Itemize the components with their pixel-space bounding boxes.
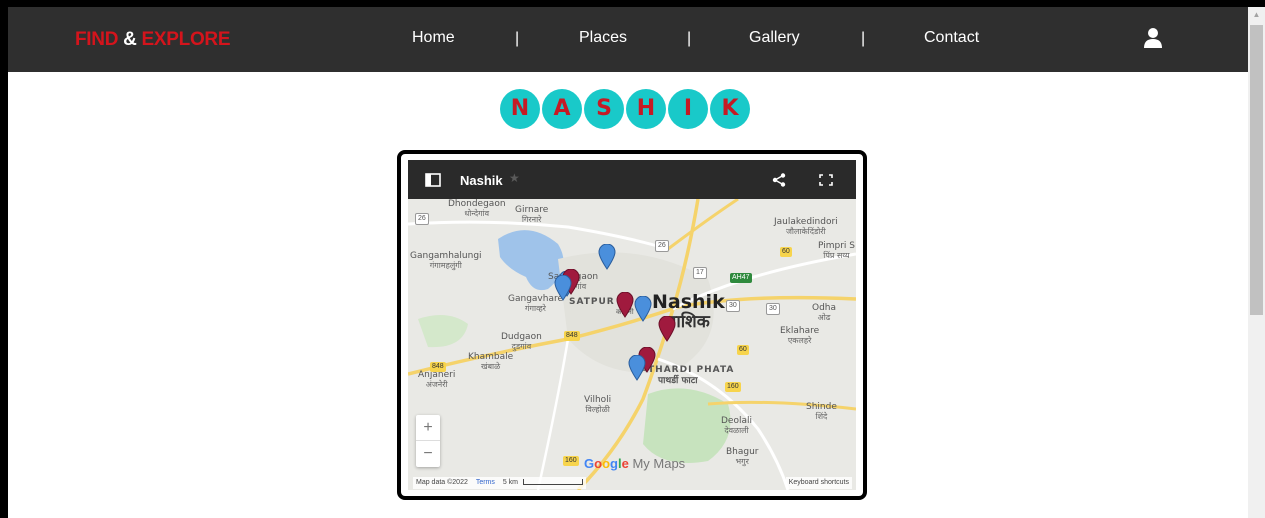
panel-icon[interactable] — [425, 173, 441, 187]
road — [536, 338, 570, 490]
place-label: Shinde शिंदे — [806, 402, 837, 421]
nav-link-contact[interactable]: Contact — [924, 29, 979, 47]
map-canvas[interactable]: Dhondegaon धोन्देगांव Girnare गिरनारे Jaul… — [408, 199, 856, 490]
scroll-up-arrow-icon[interactable]: ▲ — [1248, 7, 1265, 23]
map-pin-blue[interactable] — [554, 275, 572, 301]
brand-word-find: FIND — [75, 29, 119, 50]
road-shield: 160 — [563, 456, 579, 466]
title-letter: H — [626, 89, 666, 129]
road-shield: 30 — [766, 303, 780, 315]
google-my-maps-logo: Google My Maps — [584, 456, 686, 471]
area-label: पाथर्डी फाटा — [658, 376, 698, 386]
navbar: FIND & EXPLORE Home | Places | Gallery |… — [8, 7, 1248, 72]
my-maps-text: My Maps — [628, 456, 686, 471]
keyboard-shortcuts-link[interactable]: Keyboard shortcuts — [785, 477, 852, 489]
park-area — [643, 388, 731, 463]
user-icon[interactable] — [1142, 27, 1164, 49]
road-shield: 26 — [415, 213, 429, 225]
park-area — [418, 315, 468, 348]
fullscreen-icon[interactable] — [819, 174, 833, 186]
nav-link-places[interactable]: Places — [579, 29, 627, 47]
page-viewport: FIND & EXPLORE Home | Places | Gallery |… — [8, 7, 1248, 518]
road-shield: AH47 — [730, 273, 752, 283]
place-label: Anjaneri अंजनेरी — [418, 370, 456, 389]
place-label: Khambale खंबाळे — [468, 352, 514, 371]
map-pin-blue[interactable] — [634, 296, 652, 322]
map-data-text: Map data ©2022 — [416, 479, 468, 486]
place-label: Vilholi विल्होळी — [584, 395, 612, 414]
zoom-in-button[interactable]: + — [416, 415, 440, 441]
place-label: Dudgaon दुडगांव — [501, 332, 542, 351]
map-attribution: Map data ©2022 Terms 5 km — [413, 477, 586, 489]
map-title[interactable]: Nashik — [460, 173, 503, 188]
map-frame: Nashik ★ Dhondegaon धोन्देगांव Girnare ग… — [397, 150, 867, 500]
title-letter: A — [542, 89, 582, 129]
place-label: Bhagur भगुर — [726, 447, 759, 466]
place-label: Deolali देवळाली — [721, 416, 752, 435]
title-letter: K — [710, 89, 750, 129]
road-shield: 30 — [726, 300, 740, 312]
road-shield: 17 — [693, 267, 707, 279]
place-label: Jaulakedindori जौलाकेदिंडोरी — [774, 217, 838, 236]
title-letter: I — [668, 89, 708, 129]
scale-label: 5 km — [502, 479, 519, 486]
brand-logo[interactable]: FIND & EXPLORE — [75, 29, 231, 51]
zoom-control: + − — [416, 415, 440, 467]
share-icon[interactable] — [772, 173, 786, 187]
nav-separator: | — [687, 30, 692, 47]
road-shield: 26 — [655, 240, 669, 252]
place-label: Girnare गिरनारे — [515, 205, 549, 224]
map-pin-red[interactable] — [658, 316, 676, 342]
page-title: N A S H I K — [500, 89, 750, 129]
nav-separator: | — [861, 30, 866, 47]
title-letter: S — [584, 89, 624, 129]
area-label: SATPUR — [569, 297, 615, 307]
road-shield: 848 — [430, 362, 446, 372]
map-pin-blue[interactable] — [628, 355, 646, 381]
embedded-map[interactable]: Nashik ★ Dhondegaon धोन्देगांव Girnare ग… — [408, 160, 856, 490]
map-header: Nashik ★ — [408, 160, 856, 199]
road-shield: 848 — [564, 331, 580, 341]
star-icon[interactable]: ★ — [509, 171, 520, 185]
place-label: Odha ओढ — [812, 303, 837, 322]
road-shield: 60 — [737, 345, 749, 355]
road-shield: 160 — [725, 382, 741, 392]
scale-bar — [522, 479, 583, 486]
road-shield: 60 — [780, 247, 792, 257]
place-label: Eklahare एकलहरे — [780, 326, 820, 345]
map-pin-red[interactable] — [616, 292, 634, 318]
scrollbar-thumb[interactable] — [1250, 25, 1263, 315]
nav-link-home[interactable]: Home — [412, 29, 455, 47]
zoom-out-button[interactable]: − — [416, 441, 440, 466]
highway — [667, 199, 739, 251]
nav-link-gallery[interactable]: Gallery — [749, 29, 800, 47]
place-label: Gangamhalungi गंगामहलुंगी — [410, 251, 482, 270]
nav-separator: | — [515, 30, 520, 47]
vertical-scrollbar[interactable]: ▲ — [1248, 7, 1265, 518]
brand-ampersand: & — [118, 29, 142, 50]
place-label: Pimpri S पिंप्र सय्य — [818, 241, 855, 260]
terms-link[interactable]: Terms — [476, 479, 495, 486]
title-letter: N — [500, 89, 540, 129]
place-label: Dhondegaon धोन्देगांव — [448, 199, 506, 218]
brand-word-explore: EXPLORE — [141, 29, 231, 50]
map-pin-blue[interactable] — [598, 244, 616, 270]
